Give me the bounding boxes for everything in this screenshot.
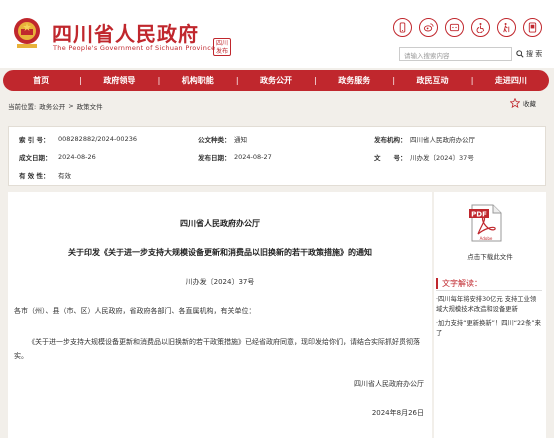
document-body: 《关于进一步支持大规模设备更新和消费品以旧换新的若干政策措施》已经省政府同意，现… (14, 338, 420, 360)
app-icon[interactable] (523, 18, 542, 37)
nav-item-open-government[interactable]: 政务公开 (238, 75, 314, 86)
index-value: 008282882/2024-00236 (58, 135, 137, 143)
weibo-icon[interactable] (419, 18, 438, 37)
document-recipients: 各市（州）、县（市、区）人民政府，省政府各部门、各直属机构，有关单位： (14, 307, 256, 315)
document-info-table: 索 引 号： 008282882/2024-00236 公文种类： 通知 发布机… (8, 126, 546, 186)
related-link[interactable]: ·四川每年将安排30亿元 支持工业领域大规模技术改造和设备更新 (436, 295, 542, 314)
sichuan-release-logo[interactable]: 四川 发布 (213, 38, 231, 56)
document-issuer: 四川省人民政府办公厅 (180, 219, 260, 228)
svg-text:Adobe: Adobe (480, 236, 493, 241)
category-value: 通知 (234, 136, 247, 144)
side-panel: PDF Adobe 点击下载此文件 文字解读： ·四川每年将安排30亿元 支持工… (434, 192, 546, 438)
main-nav: 首页 | 政府领导 | 机构职能 | 政务公开 | 政务服务 | 政民互动 | … (3, 70, 549, 91)
accessibility-icon[interactable] (471, 18, 490, 37)
divider (436, 290, 542, 291)
favorite-button[interactable]: 收藏 (510, 98, 536, 108)
category-label: 公文种类： (198, 136, 231, 144)
created-label: 成文日期： (19, 154, 52, 162)
index-label: 索 引 号： (19, 136, 50, 144)
nav-item-about-sichuan[interactable]: 走进四川 (473, 75, 549, 86)
document-number: 川办发〔2024〕37号 (185, 278, 255, 286)
document-signature: 四川省人民政府办公厅 (354, 380, 424, 388)
breadcrumb-item[interactable]: 政务公开 (39, 101, 65, 111)
mobile-icon[interactable] (393, 18, 412, 37)
document-date: 2024年8月26日 (371, 409, 424, 417)
favorite-label: 收藏 (523, 100, 536, 108)
search-button-label: 搜 索 (526, 50, 543, 58)
top-icon-bar (393, 18, 542, 37)
breadcrumb: 当前位置: 政务公开 > 政策文件 (8, 99, 546, 113)
pdf-download-icon[interactable]: PDF Adobe (468, 204, 504, 242)
nav-item-home[interactable]: 首页 (3, 75, 79, 86)
published-value: 2024-08-27 (234, 153, 272, 161)
info-row: 索 引 号： 008282882/2024-00236 公文种类： 通知 发布机… (9, 130, 545, 148)
created-value: 2024-08-26 (58, 153, 96, 161)
national-emblem-icon (14, 18, 40, 48)
nav-item-interaction[interactable]: 政民互动 (394, 75, 470, 86)
related-link[interactable]: ·加力支持“更新换新”！四川“22条”来了 (436, 319, 542, 338)
related-heading: 文字解读： (436, 278, 482, 289)
search-icon (516, 50, 524, 58)
info-row: 成文日期： 2024-08-26 发布日期： 2024-08-27 文 号： 川… (9, 148, 545, 166)
document-content: 四川省人民政府办公厅 关于印发《关于进一步支持大规模设备更新和消费品以旧换新的若… (8, 192, 432, 438)
docno-value: 川办发〔2024〕37号 (410, 154, 474, 162)
published-label: 发布日期： (198, 154, 231, 162)
pdf-download-link[interactable]: 点击下载此文件 (434, 251, 546, 261)
breadcrumb-item[interactable]: 政策文件 (77, 101, 103, 111)
site-title[interactable]: 四川省人民政府 (52, 18, 199, 47)
search-input[interactable]: 请输入搜索内容 (399, 47, 512, 61)
site-subtitle: The People's Government of Sichuan Provi… (53, 44, 216, 52)
wechat-icon[interactable] (445, 18, 464, 37)
breadcrumb-separator: > (68, 102, 74, 110)
search-button[interactable]: 搜 索 (513, 47, 546, 61)
validity-value: 有效 (58, 172, 71, 180)
issuer-value: 四川省人民政府办公厅 (410, 136, 475, 144)
docno-label: 文 号： (374, 154, 407, 162)
issuer-label: 发布机构： (374, 136, 407, 144)
validity-label: 有 效 性： (19, 172, 50, 180)
document-title: 关于印发《关于进一步支持大规模设备更新和消费品以旧换新的若干政策措施》的通知 (68, 248, 372, 257)
star-icon (510, 98, 520, 108)
nav-item-services[interactable]: 政务服务 (316, 75, 392, 86)
nav-item-leaders[interactable]: 政府领导 (81, 75, 157, 86)
info-row: 有 效 性： 有效 (9, 166, 545, 184)
elderly-mode-icon[interactable] (497, 18, 516, 37)
nav-item-institutions[interactable]: 机构职能 (160, 75, 236, 86)
site-header: 四川省人民政府 The People's Government of Sichu… (0, 0, 554, 68)
breadcrumb-label: 当前位置: (8, 103, 37, 111)
